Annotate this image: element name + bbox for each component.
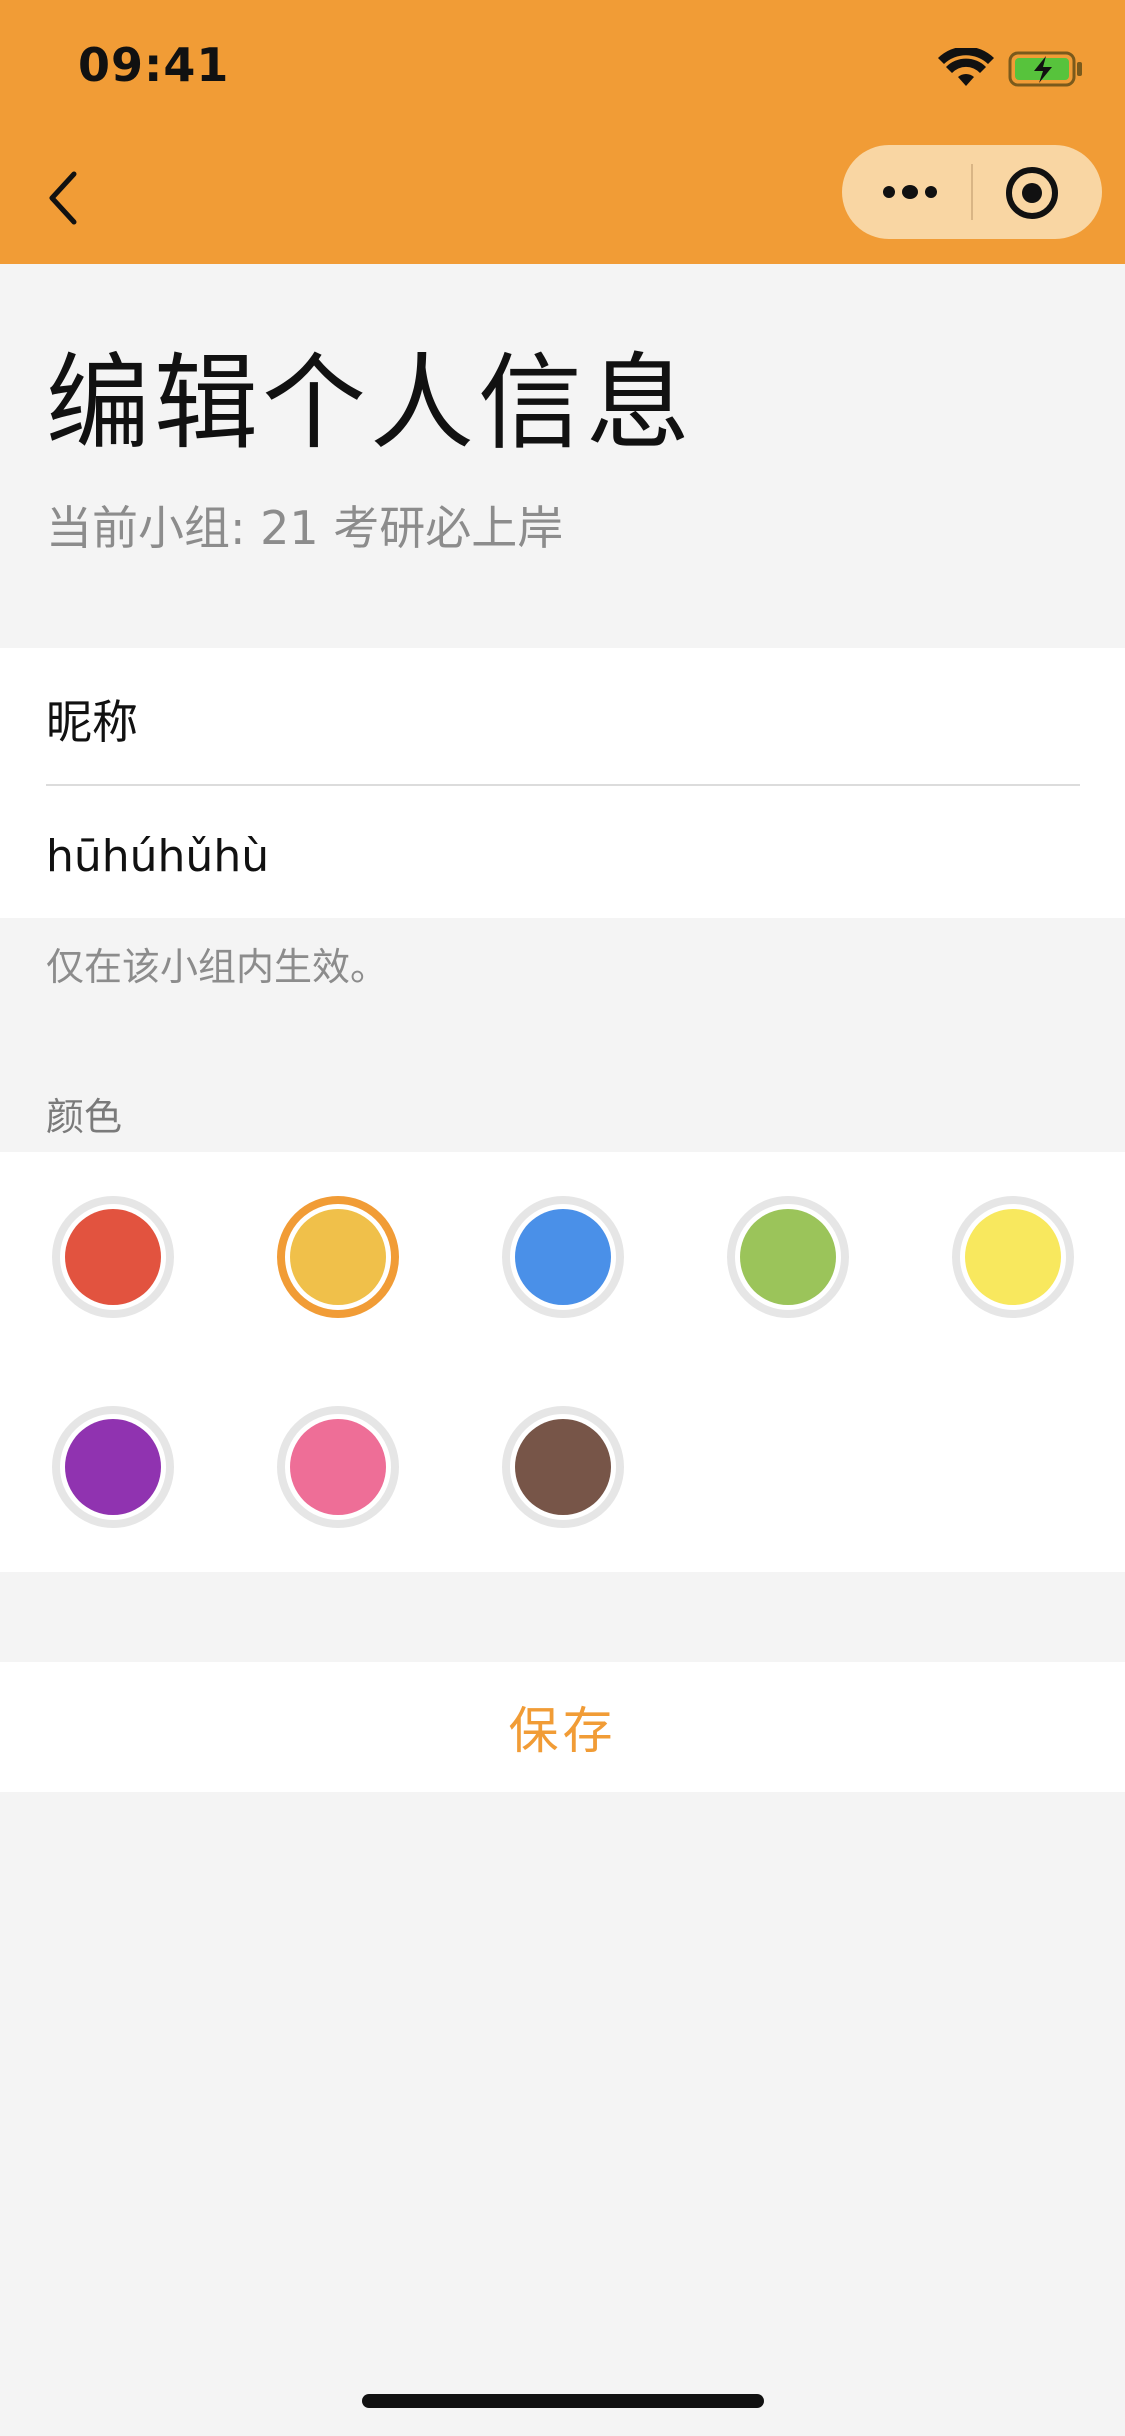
color-swatch-pink[interactable]	[277, 1406, 399, 1528]
nickname-input[interactable]	[46, 818, 1080, 894]
swatch-fill	[965, 1209, 1061, 1305]
mini-program-capsule	[842, 145, 1102, 239]
color-swatch-red[interactable]	[52, 1196, 174, 1318]
save-button[interactable]: 保存	[0, 1662, 1125, 1792]
capsule-divider	[971, 164, 973, 220]
more-dots-icon[interactable]	[880, 177, 940, 207]
top-bar: 09:41	[0, 0, 1125, 264]
color-swatch-orange[interactable]	[277, 1196, 399, 1318]
color-swatch-blue[interactable]	[502, 1196, 624, 1318]
current-group-text: 当前小组: 21 考研必上岸	[46, 501, 564, 555]
status-time: 09:41	[78, 38, 230, 92]
color-swatch-green[interactable]	[727, 1196, 849, 1318]
target-circle-icon[interactable]	[1004, 165, 1060, 221]
wifi-icon	[938, 48, 994, 86]
battery-charging-icon	[1008, 51, 1082, 87]
swatch-fill	[65, 1419, 161, 1515]
home-indicator	[362, 2394, 764, 2408]
color-swatch-purple[interactable]	[52, 1406, 174, 1528]
color-section-heading: 颜色	[46, 1095, 123, 1139]
nickname-label: 昵称	[46, 695, 138, 749]
back-chevron-icon[interactable]	[42, 168, 86, 228]
page-title: 编辑个人信息	[46, 342, 695, 464]
swatch-fill	[290, 1419, 386, 1515]
swatch-fill	[515, 1209, 611, 1305]
save-bar: 保存	[0, 1662, 1125, 1792]
nickname-hint: 仅在该小组内生效。	[46, 945, 389, 989]
color-swatch-yellow[interactable]	[952, 1196, 1074, 1318]
color-swatch-brown[interactable]	[502, 1406, 624, 1528]
swatch-fill	[65, 1209, 161, 1305]
nickname-card: 昵称	[0, 648, 1125, 918]
swatch-fill	[515, 1419, 611, 1515]
swatch-fill	[740, 1209, 836, 1305]
color-palette	[0, 1152, 1125, 1572]
divider	[46, 784, 1080, 786]
swatch-fill	[290, 1209, 386, 1305]
